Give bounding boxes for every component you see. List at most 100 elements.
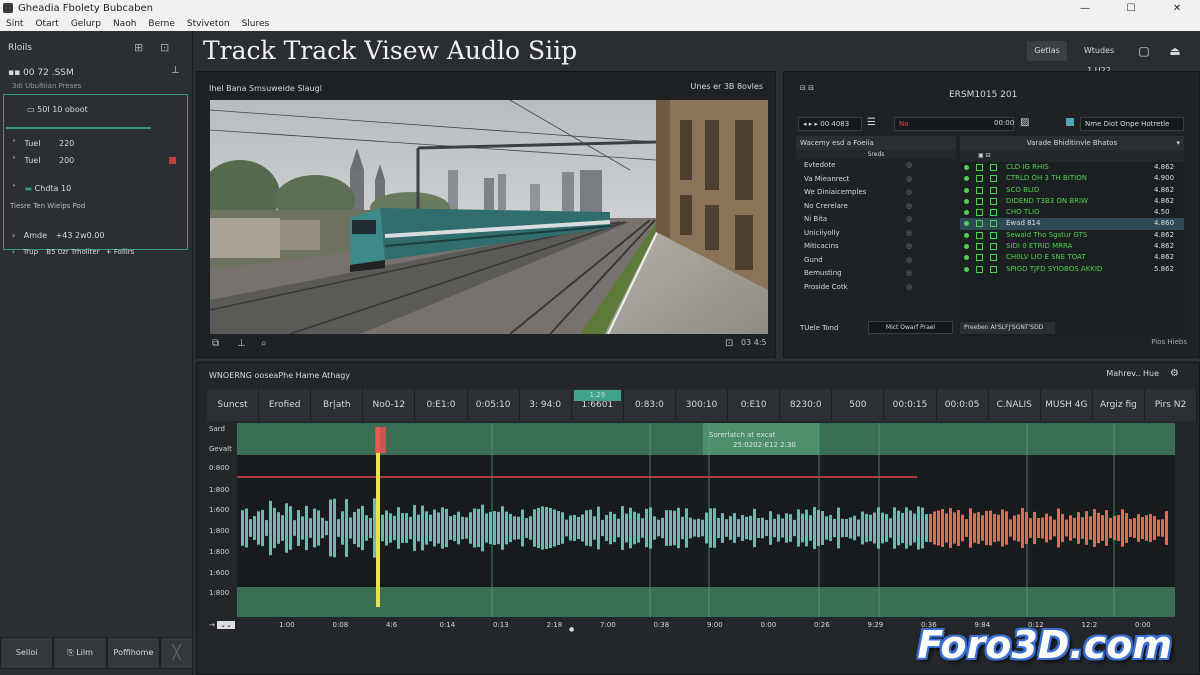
menu-item[interactable]: Slures [242, 17, 270, 31]
menu-item[interactable]: Gelurp [71, 17, 101, 31]
waveform-bar [713, 508, 716, 548]
crop-icon[interactable]: ⧉ [212, 338, 219, 349]
list-item[interactable]: Miticacins ◎ [796, 240, 956, 254]
waveform-bar [1117, 514, 1120, 542]
maximize-button[interactable]: ☐ [1108, 0, 1154, 17]
list-item[interactable]: Gund ◎ [796, 254, 956, 268]
track-row[interactable]: Sewald Tho Sgstur GTS 4.862 [960, 230, 1184, 241]
ruler-label[interactable]: Argiz fig [1093, 389, 1145, 421]
ruler-label[interactable]: Erofied [259, 389, 312, 421]
scrub-dot-icon[interactable]: ● [569, 626, 574, 633]
track-row[interactable]: CHO TLIO 4.50 [960, 207, 1184, 218]
track-row[interactable]: SCO BLID 4.862 [960, 185, 1184, 196]
timeline-mode[interactable]: Mahrev.. Hue [1106, 369, 1159, 378]
ruler-label[interactable]: C.NALIS [989, 389, 1041, 421]
settings-icon[interactable]: ⚙ [1170, 368, 1179, 379]
ruler-label[interactable]: Br|ath [311, 389, 364, 421]
waveform-bar [405, 513, 408, 543]
time-field[interactable]: ◂ ▸ ▸ 00 4083 [798, 117, 862, 131]
ruler-label[interactable]: 00:0:05 [937, 389, 989, 421]
fullscreen-icon[interactable]: ⊡ [725, 338, 733, 349]
track-row[interactable]: SPIGD TJFD SYIOBOS AKKID 5.862 [960, 264, 1184, 275]
ruler-label-active[interactable]: 1:29 1:6601 [572, 389, 624, 421]
waveform-bar [289, 506, 292, 550]
minimize-button[interactable]: — [1062, 0, 1108, 17]
waveform-bar [625, 513, 628, 543]
ruler-label[interactable]: Suncst [207, 389, 260, 421]
waveform-bar [645, 508, 648, 548]
chevron-down-icon[interactable]: ▾ [1176, 139, 1180, 147]
name-field[interactable]: Nme Diot Onpe Hotretle [1080, 117, 1184, 131]
anchor-icon[interactable]: ⊥ [237, 338, 246, 349]
image-icon[interactable]: ▨ [1020, 117, 1029, 128]
playhead[interactable] [376, 427, 380, 607]
track-row[interactable]: CH0LV LIO E SNE TOAT 4.862 [960, 252, 1184, 263]
ruler-label[interactable]: 3: 94:0 [520, 389, 572, 421]
ruler-label[interactable]: No0-12 [363, 389, 416, 421]
close-panel-button[interactable]: ╳ [160, 637, 193, 669]
waveform-bar [973, 513, 976, 543]
ruler-label[interactable]: MUSH 4G [1041, 389, 1093, 421]
waveform-bar [769, 511, 772, 545]
list-item[interactable]: We Diniaicemples ◎ [796, 186, 956, 200]
waveform-bar [1045, 513, 1048, 543]
ruler-label[interactable]: 300:10 [676, 389, 729, 421]
list-item[interactable]: Va Mieanrect ◎ [796, 173, 956, 187]
list-item[interactable]: Uniciiyolly ◎ [796, 227, 956, 241]
sidebar-item[interactable]: ▪▪ 00 72 .SSM [8, 68, 74, 78]
menu-item[interactable]: Stviveton [187, 17, 230, 31]
list-item[interactable]: Evtedote ◎ [796, 159, 956, 173]
window-icon[interactable]: ▢ [1137, 41, 1151, 61]
track-row[interactable]: DIDEND T3B3 ON BRIW 4.862 [960, 196, 1184, 207]
waveform-bar [797, 509, 800, 547]
ruler-label[interactable]: Pirs N2 [1145, 389, 1198, 421]
waveform-bar [437, 512, 440, 544]
menu-icon[interactable]: ☰ [867, 117, 876, 128]
ruler-label[interactable]: 8230:0 [780, 389, 833, 421]
layout-icon[interactable]: ⊡ [160, 41, 169, 54]
ruler-label[interactable]: 00:0:15 [884, 389, 937, 421]
zoom-control[interactable]: → ⌄⌄ [209, 621, 235, 629]
list-item[interactable]: Ni Bita ◎ [796, 213, 956, 227]
waveform-canvas[interactable]: Sorerlatch at excat 25:0202-E12 2:30 [237, 423, 1175, 617]
audio-clip[interactable] [703, 423, 819, 455]
sidebar-item[interactable]: ˅ Tuel 220 [12, 139, 74, 148]
ruler-label[interactable]: 0:E10 [728, 389, 781, 421]
menu-item[interactable]: Sint [6, 17, 23, 31]
sidebar-item[interactable]: ˅ Tuel 200 [12, 156, 74, 165]
grid-icon[interactable]: ⊞ [134, 41, 143, 54]
sidebar-item[interactable]: › Trup B5 0zr Trholiter + Follirs [12, 248, 134, 256]
menu-item[interactable]: Berne [148, 17, 175, 31]
film-button[interactable]: ⎘ Lilm [53, 637, 107, 669]
close-button[interactable]: ✕ [1154, 0, 1200, 17]
list-item[interactable]: No Crerelare ◎ [796, 200, 956, 214]
ruler-label[interactable]: 0:E1:0 [415, 389, 468, 421]
menu-item[interactable]: Naoh [113, 17, 136, 31]
ruler-label[interactable]: 0:83:0 [624, 389, 676, 421]
settings-button[interactable]: Getlas [1027, 41, 1067, 61]
export-icon[interactable]: ⏏ [1168, 41, 1182, 61]
playhead-handle[interactable] [375, 427, 386, 453]
ruler-label[interactable]: 0:05:10 [468, 389, 520, 421]
list-footer-button[interactable]: Mict Owarf Prael [868, 321, 953, 334]
track-row-selected[interactable]: Ewad 814 4.860 [960, 218, 1184, 230]
ruler-label[interactable]: 500 [832, 389, 885, 421]
menu-item[interactable]: Otart [35, 17, 58, 31]
track-row[interactable]: CLD IG RHIS 4.862 [960, 162, 1184, 173]
search-icon[interactable]: ⌕ [261, 338, 267, 349]
select-button[interactable]: Selloi [0, 637, 54, 669]
track-row[interactable]: CTRLD OH 3 TH BITION 4.900 [960, 173, 1184, 184]
waveform-track[interactable]: Sorerlatch at excat 25:0202-E12 2:30 [237, 423, 1175, 617]
sidebar-item[interactable]: ▭ 50I 10 oboot [27, 105, 88, 114]
sidebar-item[interactable]: › Amde +43 2w0.00 [12, 231, 104, 240]
add-icon[interactable]: ⊥ [171, 65, 180, 76]
list-item[interactable]: Proside Cotk ◎ [796, 281, 956, 295]
sidebar-item[interactable]: ˅ ▬ Chdta 10 [12, 184, 71, 193]
record-indicator[interactable] [169, 157, 176, 164]
waveform-bar [1057, 508, 1060, 548]
track-row[interactable]: SIDI 0 ETRID MRRA 4.862 [960, 241, 1184, 252]
list-item[interactable]: Bemusting ◎ [796, 267, 956, 281]
video-frame[interactable] [210, 100, 768, 334]
color-swatch[interactable] [1066, 118, 1074, 126]
preferences-button[interactable]: Poffihome [106, 637, 161, 669]
